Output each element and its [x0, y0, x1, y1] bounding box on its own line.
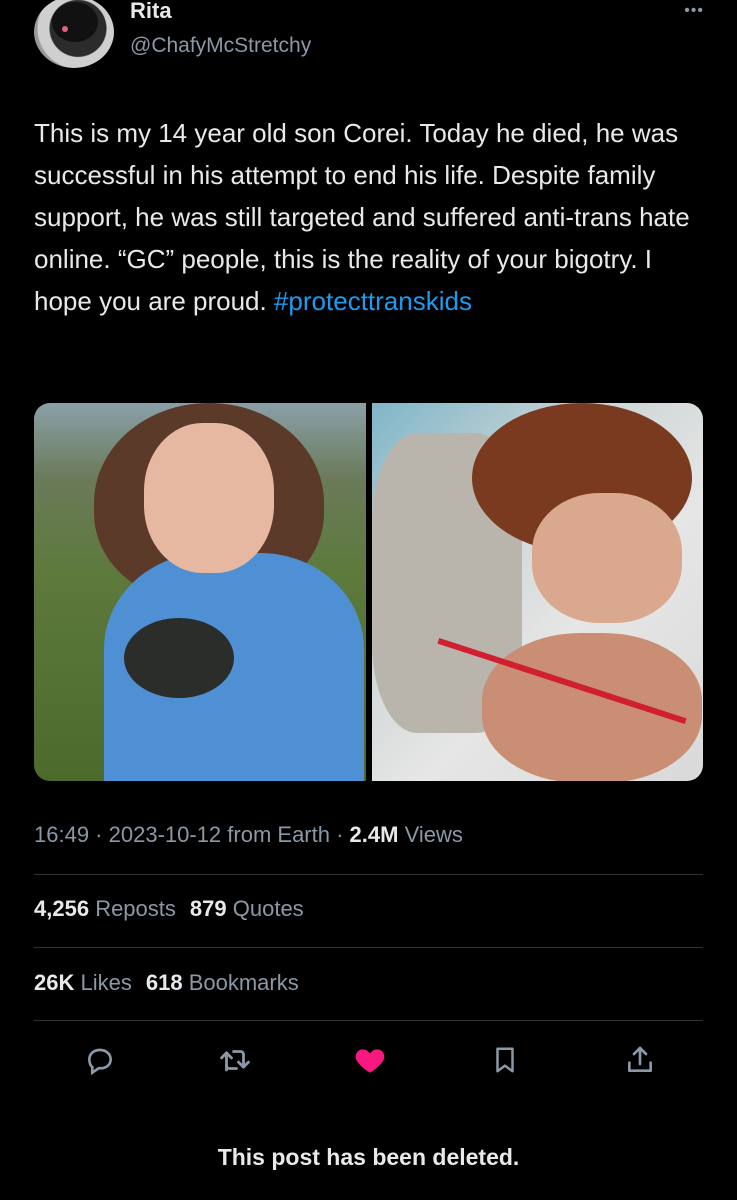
avatar-cat-image: [52, 2, 98, 42]
divider: [34, 874, 703, 875]
divider: [34, 947, 703, 948]
repost-icon: [220, 1050, 250, 1072]
tweet-date[interactable]: 2023-10-12: [109, 822, 222, 847]
quotes-stat[interactable]: 879 Quotes: [190, 896, 304, 921]
reposts-quotes-row: 4,256 Reposts 879 Quotes: [34, 896, 304, 922]
tweet-time[interactable]: 16:49: [34, 822, 89, 847]
quotes-count: 879: [189, 896, 227, 921]
avatar[interactable]: [34, 0, 114, 68]
views-label: Views: [398, 822, 463, 847]
like-icon: [355, 1049, 385, 1073]
likes-bookmarks-row: 26K Likes 618 Bookmarks: [34, 970, 299, 996]
bookmark-button[interactable]: [485, 1040, 525, 1080]
share-button[interactable]: [620, 1040, 660, 1080]
bookmarks-label: Bookmarks: [188, 970, 299, 995]
photo-teen-with-pigeon[interactable]: [34, 403, 366, 781]
deleted-notice: This post has been deleted.: [217, 1144, 520, 1170]
reply-icon: [87, 1048, 113, 1076]
bookmarks-stat[interactable]: 618 Bookmarks: [146, 970, 299, 995]
like-button[interactable]: [350, 1040, 390, 1080]
share-icon: [628, 1046, 652, 1072]
media-gallery: [34, 403, 703, 781]
more-options-icon[interactable]: •••: [684, 2, 704, 20]
reply-button[interactable]: [80, 1040, 120, 1080]
quotes-label: Quotes: [232, 896, 304, 921]
tweet-header: Rita @ChafyMcStretchy •••: [34, 0, 704, 72]
author-handle[interactable]: @ChafyMcStretchy: [130, 34, 311, 58]
likes-label: Likes: [80, 970, 132, 995]
photo-hospital[interactable]: [371, 403, 703, 781]
tweet-source: from Earth: [221, 822, 330, 847]
bookmark-icon: [496, 1047, 514, 1073]
action-bar: [80, 1040, 660, 1080]
bookmarks-count: 618: [145, 970, 183, 995]
divider: [34, 1020, 703, 1021]
reposts-label: Reposts: [95, 896, 176, 921]
repost-button[interactable]: [215, 1040, 255, 1080]
views-count: 2.4M: [349, 822, 399, 847]
tweet-meta: 16:49 · 2023-10-12 from Earth · 2.4M Vie…: [34, 822, 463, 847]
reposts-count: 4,256: [34, 896, 90, 921]
likes-count: 26K: [34, 970, 75, 995]
author-name[interactable]: Rita: [130, 0, 172, 24]
likes-stat[interactable]: 26K Likes: [34, 970, 132, 995]
hashtag-link[interactable]: #protecttranskids: [274, 286, 472, 316]
reposts-stat[interactable]: 4,256 Reposts: [34, 896, 176, 921]
tweet-body: This is my 14 year old son Corei. Today …: [34, 112, 714, 322]
